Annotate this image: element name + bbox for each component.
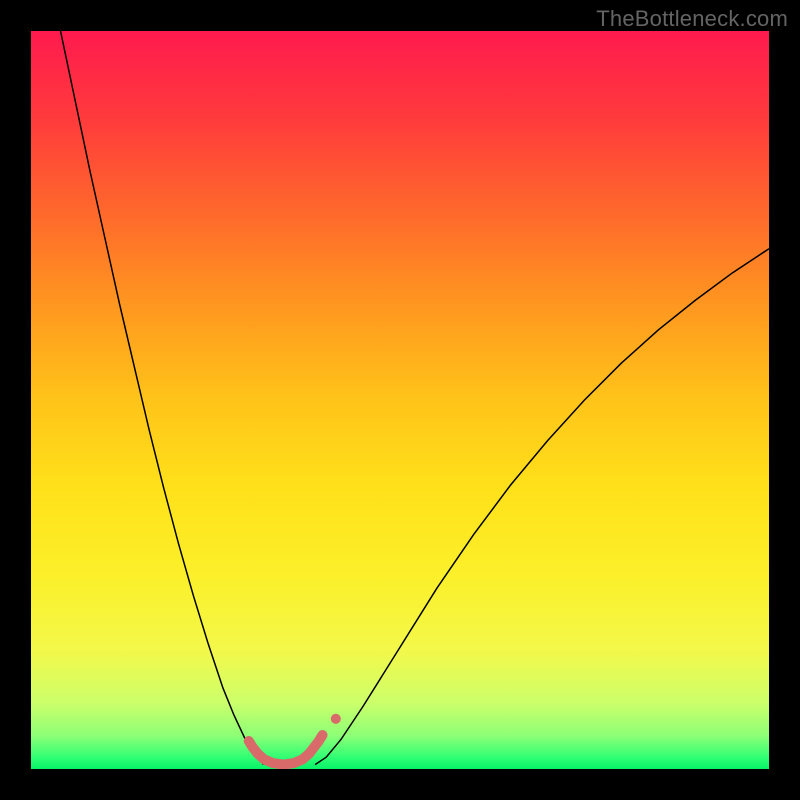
chart-frame: TheBottleneck.com — [0, 0, 800, 800]
bottleneck-chart — [31, 31, 769, 769]
watermark-text: TheBottleneck.com — [596, 6, 788, 32]
marker-dot-right — [331, 714, 341, 724]
